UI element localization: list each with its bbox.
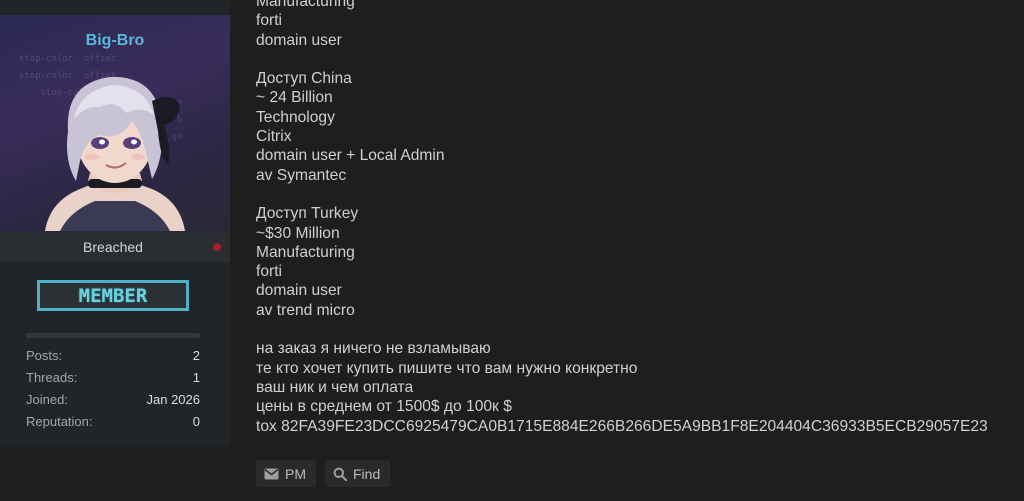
post-line: Доступ Turkey xyxy=(256,205,359,223)
post-line: domain user xyxy=(256,31,342,49)
post-line: forti xyxy=(256,12,282,30)
post-line: цены в среднем от 1500$ до 100к $ xyxy=(256,398,512,416)
post-line: Technology xyxy=(256,108,335,126)
post-line: ~$30 Million xyxy=(256,224,340,242)
post-line: те кто хочет купить пишите что вам нужно… xyxy=(256,359,638,377)
post-body: Manufacturing forti domain user Доступ C… xyxy=(256,0,1016,436)
stat-label: Threads: xyxy=(26,370,78,385)
stat-label: Posts: xyxy=(26,348,63,363)
stat-label: Joined: xyxy=(26,392,68,407)
post-line: Manufacturing xyxy=(256,0,355,10)
post-line: Manufacturing xyxy=(256,243,355,261)
stat-label: Reputation: xyxy=(26,414,93,429)
post-actions: PM Find xyxy=(256,460,391,487)
avatar[interactable] xyxy=(40,61,190,231)
post-line: tox 82FA39FE23DCC6925479CA0B1715E884E266… xyxy=(256,417,988,435)
post-line: domain user xyxy=(256,282,342,300)
stat-reputation: Reputation: 0 xyxy=(26,411,200,433)
stat-value: 0 xyxy=(192,414,200,429)
user-sidebar: stop-color offset stop-color offset stop… xyxy=(0,0,230,447)
post-line xyxy=(256,185,1016,204)
post-line: на заказ я ничего не взламываю xyxy=(256,340,491,358)
user-stats: Posts: 2 Threads: 1 Joined: Jan 2026 Rep… xyxy=(26,345,200,433)
stat-value: 2 xyxy=(192,348,200,363)
stat-value: Jan 2026 xyxy=(146,392,201,407)
post-line: Citrix xyxy=(256,128,292,146)
post-line: av trend micro xyxy=(256,301,355,319)
avatar-panel: stop-color offset stop-color offset stop… xyxy=(0,15,230,232)
stat-posts: Posts: 2 xyxy=(26,345,200,367)
envelope-icon xyxy=(264,468,279,479)
search-icon xyxy=(333,467,347,481)
post-line: domain user + Local Admin xyxy=(256,147,445,165)
find-button-label: Find xyxy=(353,465,381,482)
rank-row: Breached xyxy=(0,232,230,262)
post-line: Доступ China xyxy=(256,70,352,88)
stat-joined: Joined: Jan 2026 xyxy=(26,389,200,411)
post-line: forti xyxy=(256,263,282,281)
post-line: ~ 24 Billion xyxy=(256,89,333,107)
find-button[interactable]: Find xyxy=(325,460,391,487)
member-badge: MEMBER xyxy=(37,280,189,311)
pm-button[interactable]: PM xyxy=(256,460,316,487)
member-badge-label: MEMBER xyxy=(78,284,148,307)
stat-value: 1 xyxy=(192,370,200,385)
stats-divider xyxy=(26,333,200,338)
rank-label: Breached xyxy=(83,239,143,255)
online-status-indicator xyxy=(213,243,221,251)
pm-button-label: PM xyxy=(285,465,306,482)
post-line: av Symantec xyxy=(256,166,347,184)
stat-threads: Threads: 1 xyxy=(26,367,200,389)
username[interactable]: Big-Bro xyxy=(0,32,230,50)
post-line: ваш ник и чем оплата xyxy=(256,378,414,396)
post-line xyxy=(256,50,1016,69)
post-line xyxy=(256,320,1016,339)
